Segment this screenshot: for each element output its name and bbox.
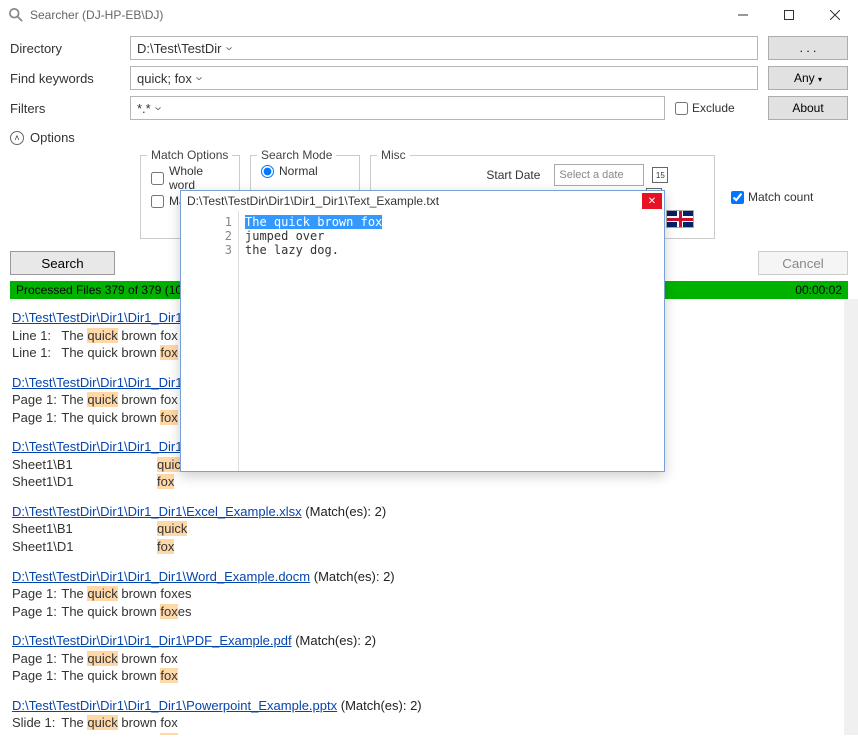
filters-value: *.* xyxy=(137,101,151,116)
preview-text: The quick brown fox jumped over the lazy… xyxy=(239,211,664,471)
options-toggle[interactable]: ˄ Options xyxy=(0,126,858,149)
result-group: D:\Test\TestDir\Dir1\Dir1_Dir1\Powerpoin… xyxy=(12,697,832,735)
preview-gutter: 1 2 3 xyxy=(181,211,239,471)
preview-panel: D:\Test\TestDir\Dir1\Dir1_Dir1\Text_Exam… xyxy=(180,190,665,472)
file-link[interactable]: D:\Test\TestDir\Dir1\Dir1_Dir1\ xyxy=(12,439,186,454)
match-count: (Match(es): 2) xyxy=(337,698,422,713)
about-button[interactable]: About xyxy=(768,96,848,120)
options-label: Options xyxy=(30,130,75,145)
any-button[interactable]: Any ▾ xyxy=(768,66,848,90)
titlebar: Searcher (DJ-HP-EB\DJ) xyxy=(0,0,858,30)
start-date-input[interactable]: Select a date xyxy=(554,164,644,186)
preview-line-1: The quick brown fox xyxy=(245,215,382,229)
cancel-button[interactable]: Cancel xyxy=(758,251,848,275)
file-link[interactable]: D:\Test\TestDir\Dir1\Dir1_Dir1\Word_Exam… xyxy=(12,569,310,584)
chevron-up-icon: ˄ xyxy=(10,131,24,145)
result-line: Slide 1: The quick brown fox xyxy=(12,732,832,735)
misc-legend: Misc xyxy=(377,148,410,162)
file-link[interactable]: D:\Test\TestDir\Dir1\Dir1_Dir1\Powerpoin… xyxy=(12,698,337,713)
minimize-button[interactable] xyxy=(720,0,766,30)
result-line: Page 1: The quick brown foxes xyxy=(12,585,832,603)
result-line: Sheet1\B1quick xyxy=(12,520,832,538)
directory-label: Directory xyxy=(10,41,130,56)
normal-radio[interactable]: Normal xyxy=(261,164,349,178)
result-line: Page 1: The quick brown fox xyxy=(12,650,832,668)
status-time: 00:00:02 xyxy=(795,283,842,297)
exclude-checkbox[interactable]: Exclude xyxy=(675,101,735,115)
preview-line-2: jumped over xyxy=(245,229,658,243)
chevron-down-icon: ▾ xyxy=(818,75,822,84)
keywords-input[interactable]: quick; fox xyxy=(130,66,758,90)
maximize-button[interactable] xyxy=(766,0,812,30)
result-line: Slide 1: The quick brown fox xyxy=(12,714,832,732)
preview-path: D:\Test\TestDir\Dir1\Dir1_Dir1\Text_Exam… xyxy=(187,194,439,208)
directory-input[interactable]: D:\Test\TestDir xyxy=(130,36,758,60)
result-line: Page 1: The quick brown foxes xyxy=(12,603,832,621)
uk-flag-icon xyxy=(666,210,694,228)
result-group: D:\Test\TestDir\Dir1\Dir1_Dir1\Word_Exam… xyxy=(12,568,832,621)
match-options-legend: Match Options xyxy=(147,148,232,162)
filters-input[interactable]: *.* xyxy=(130,96,665,120)
whole-word-checkbox[interactable]: Whole word xyxy=(151,164,229,192)
match-count: (Match(es): 2) xyxy=(302,504,387,519)
directory-value: D:\Test\TestDir xyxy=(137,41,222,56)
search-mode-legend: Search Mode xyxy=(257,148,336,162)
match-count-checkbox[interactable]: Match count xyxy=(731,155,813,239)
result-group: D:\Test\TestDir\Dir1\Dir1_Dir1\PDF_Examp… xyxy=(12,632,832,685)
calendar-icon[interactable]: 15 xyxy=(652,167,668,183)
file-link[interactable]: D:\Test\TestDir\Dir1\Dir1_Dir1\Excel_Exa… xyxy=(12,504,302,519)
result-line: Sheet1\D1fox xyxy=(12,538,832,556)
window-title: Searcher (DJ-HP-EB\DJ) xyxy=(30,8,720,22)
file-link[interactable]: D:\Test\TestDir\Dir1\Dir1_Dir1\PDF_Examp… xyxy=(12,633,292,648)
file-link[interactable]: D:\Test\TestDir\Dir1\Dir1_Dir1\ xyxy=(12,310,186,325)
start-date-label: Start Date xyxy=(486,168,546,182)
result-group: D:\Test\TestDir\Dir1\Dir1_Dir1\Excel_Exa… xyxy=(12,503,832,556)
browse-button[interactable]: . . . xyxy=(768,36,848,60)
keywords-label: Find keywords xyxy=(10,71,130,86)
form-area: Directory D:\Test\TestDir . . . Find key… xyxy=(0,30,858,120)
filters-label: Filters xyxy=(10,101,130,116)
match-count: (Match(es): 2) xyxy=(310,569,395,584)
preview-close-button[interactable]: ✕ xyxy=(642,193,662,209)
keywords-value: quick; fox xyxy=(137,71,192,86)
search-button[interactable]: Search xyxy=(10,251,115,275)
result-line: Page 1: The quick brown fox xyxy=(12,667,832,685)
close-button[interactable] xyxy=(812,0,858,30)
preview-line-3: the lazy dog. xyxy=(245,243,658,257)
app-icon xyxy=(8,7,24,23)
file-link[interactable]: D:\Test\TestDir\Dir1\Dir1_Dir1\ xyxy=(12,375,186,390)
result-line: Sheet1\D1fox xyxy=(12,473,832,491)
match-count: (Match(es): 2) xyxy=(292,633,377,648)
status-text: Processed Files 379 of 379 (100 % xyxy=(16,283,203,297)
